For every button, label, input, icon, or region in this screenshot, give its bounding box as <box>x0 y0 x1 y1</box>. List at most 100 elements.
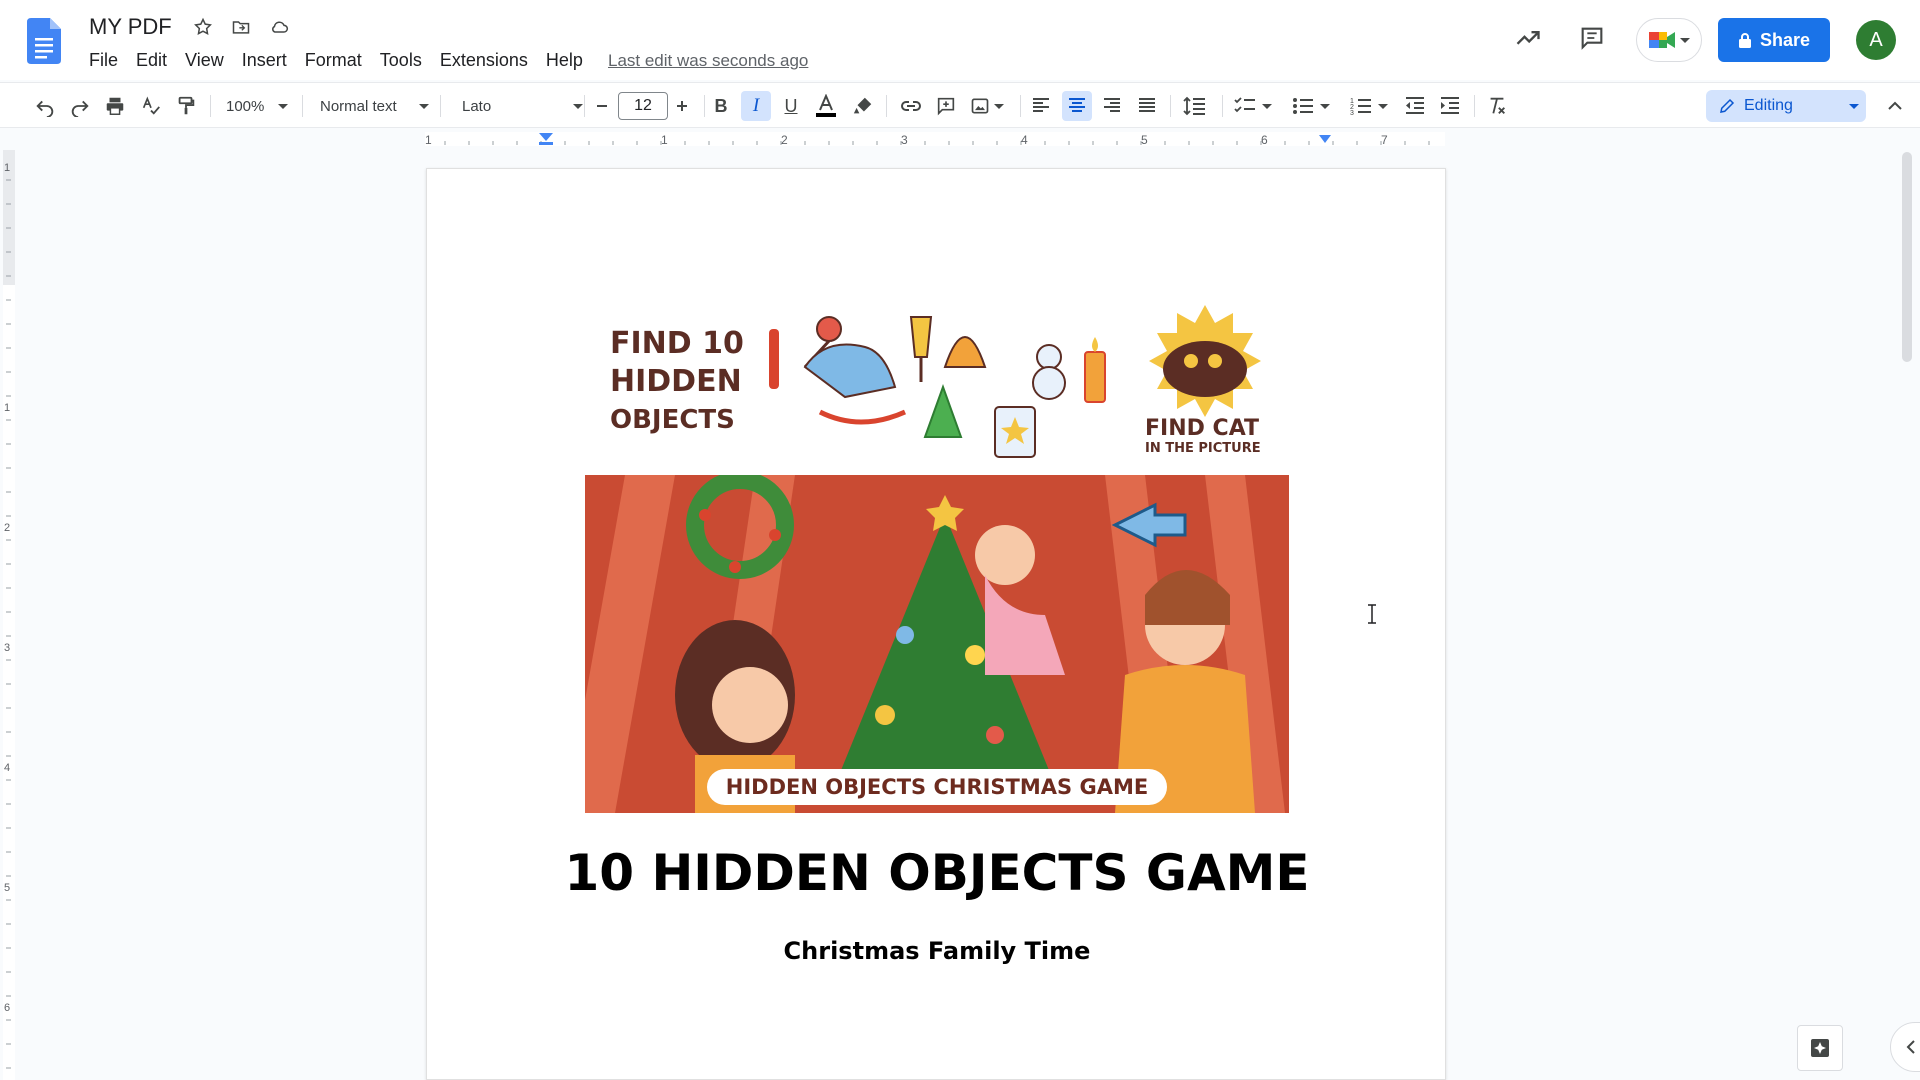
document-title[interactable]: MY PDF <box>89 14 172 40</box>
document-subheading[interactable]: Christmas Family Time <box>427 937 1447 965</box>
insert-link-icon[interactable] <box>896 91 926 121</box>
zoom-dropdown-icon <box>278 103 289 109</box>
editing-mode-label: Editing <box>1744 97 1793 114</box>
checklist-button[interactable] <box>1230 91 1276 121</box>
ruler-number: 3 <box>901 133 908 147</box>
account-avatar[interactable]: A <box>1856 20 1896 60</box>
vertical-ruler-number: 4 <box>4 762 11 774</box>
checklist-icon <box>1234 97 1255 113</box>
cat-illustration <box>1149 305 1261 417</box>
bold-icon[interactable]: B <box>706 91 736 121</box>
last-edit-link[interactable]: Last edit was seconds ago <box>608 51 808 71</box>
vertical-ruler-number: 2 <box>4 522 11 534</box>
highlight-color-icon[interactable] <box>848 91 878 121</box>
menu-help[interactable]: Help <box>537 48 592 73</box>
share-button[interactable]: Share <box>1718 18 1830 62</box>
line-spacing-icon[interactable] <box>1180 91 1210 121</box>
svg-text:3: 3 <box>1350 110 1354 116</box>
ruler-number: 6 <box>1261 133 1268 147</box>
spellcheck-icon[interactable] <box>136 91 166 121</box>
add-comment-icon[interactable] <box>931 91 961 121</box>
meet-dropdown-icon <box>1680 37 1690 43</box>
ruler-number: 5 <box>1141 133 1148 147</box>
vertical-scrollbar[interactable] <box>1902 152 1912 362</box>
find-objects-text: FIND 10 HIDDEN OBJECTS <box>610 325 744 439</box>
chevron-left-icon <box>1906 1040 1915 1054</box>
align-center-icon[interactable] <box>1062 91 1092 121</box>
decrease-indent-icon[interactable] <box>1400 91 1430 121</box>
collapse-menus-icon[interactable] <box>1880 91 1910 121</box>
zoom-value: 100% <box>226 97 265 115</box>
explore-button[interactable] <box>1797 1025 1843 1071</box>
text-color-icon[interactable] <box>811 91 841 121</box>
side-panel-toggle[interactable] <box>1890 1022 1920 1072</box>
align-left-icon[interactable] <box>1026 91 1056 121</box>
explore-star-icon <box>1811 1039 1829 1057</box>
star-icon[interactable] <box>190 16 216 38</box>
underline-icon[interactable]: U <box>776 91 806 121</box>
menu-tools[interactable]: Tools <box>371 48 431 73</box>
bulleted-dropdown-icon <box>1320 103 1330 109</box>
redo-icon[interactable] <box>65 91 95 121</box>
banner-header: FIND 10 HIDDEN OBJECTS FIND CAT IN THE P… <box>585 297 1289 475</box>
align-right-icon[interactable] <box>1097 91 1127 121</box>
left-indent-marker-icon[interactable] <box>538 132 554 146</box>
hidden-objects-illustration <box>769 316 1106 458</box>
document-heading[interactable]: 10 HIDDEN OBJECTS GAME <box>427 844 1447 902</box>
font-size-input[interactable]: 12 <box>618 92 668 120</box>
cloud-saved-icon[interactable] <box>266 16 292 38</box>
decrease-font-size-icon[interactable] <box>587 91 617 121</box>
insert-image-button[interactable] <box>966 91 1008 121</box>
checklist-dropdown-icon <box>1262 103 1272 109</box>
bulleted-list-icon <box>1293 98 1313 114</box>
find-cat-subtitle: IN THE PICTURE <box>1145 441 1261 456</box>
ruler-number: 1 <box>661 133 668 147</box>
align-justify-icon[interactable] <box>1132 91 1162 121</box>
ruler-track: 1 1 2 3 4 5 6 7 <box>425 132 1445 147</box>
image-icon <box>971 98 989 114</box>
print-icon[interactable] <box>100 91 130 121</box>
ruler-ticks <box>444 141 1430 145</box>
ruler-number: 7 <box>1381 133 1388 147</box>
font-family-select[interactable]: Lato <box>462 91 584 121</box>
style-dropdown-icon <box>418 103 429 109</box>
vertical-ruler-ticks <box>6 179 11 1069</box>
find-line: FIND 10 <box>610 326 744 361</box>
activity-dashboard-icon[interactable] <box>1514 24 1542 72</box>
vertical-ruler-number: 3 <box>4 642 11 654</box>
increase-font-size-icon[interactable] <box>667 91 697 121</box>
docs-logo-icon[interactable] <box>27 18 61 64</box>
numbered-list-button[interactable]: 123 <box>1346 91 1392 121</box>
undo-icon[interactable] <box>30 91 60 121</box>
banner-image[interactable]: FIND 10 HIDDEN OBJECTS FIND CAT IN THE P… <box>585 297 1289 813</box>
increase-indent-icon[interactable] <box>1435 91 1465 121</box>
christmas-scene-illustration <box>585 475 1289 813</box>
menu-extensions[interactable]: Extensions <box>431 48 537 73</box>
italic-icon[interactable]: I <box>741 91 771 121</box>
menu-view[interactable]: View <box>176 48 233 73</box>
meet-button[interactable] <box>1636 18 1702 62</box>
menu-format[interactable]: Format <box>296 48 371 73</box>
menu-insert[interactable]: Insert <box>233 48 296 73</box>
paragraph-style-select[interactable]: Normal text <box>320 91 429 121</box>
menu-file[interactable]: File <box>80 48 127 73</box>
clear-formatting-icon[interactable] <box>1482 91 1512 121</box>
christmas-scene: HIDDEN OBJECTS CHRISTMAS GAME <box>585 475 1289 813</box>
editing-dropdown-icon <box>1848 103 1859 109</box>
move-folder-icon[interactable] <box>228 16 254 38</box>
bulleted-list-button[interactable] <box>1288 91 1334 121</box>
app-header: MY PDF File Edit View Insert Format Tool… <box>0 0 1920 80</box>
image-dropdown-icon <box>994 103 1004 109</box>
scene-title-label: HIDDEN OBJECTS CHRISTMAS GAME <box>707 769 1167 805</box>
paint-format-icon[interactable] <box>171 91 201 121</box>
editing-mode-select[interactable]: Editing <box>1706 90 1866 122</box>
zoom-select[interactable]: 100% <box>226 91 289 121</box>
horizontal-ruler[interactable]: 1 1 2 3 4 5 6 7 <box>0 128 1920 148</box>
vertical-ruler-number: 1 <box>4 402 11 414</box>
document-page[interactable]: FIND 10 HIDDEN OBJECTS FIND CAT IN THE P… <box>426 168 1446 1080</box>
right-indent-marker-icon[interactable] <box>1318 134 1332 144</box>
menu-edit[interactable]: Edit <box>127 48 176 73</box>
comments-icon[interactable] <box>1578 24 1606 72</box>
vertical-ruler[interactable]: 1 1 2 3 4 5 6 <box>0 150 18 1080</box>
ruler-number: 2 <box>781 133 788 147</box>
